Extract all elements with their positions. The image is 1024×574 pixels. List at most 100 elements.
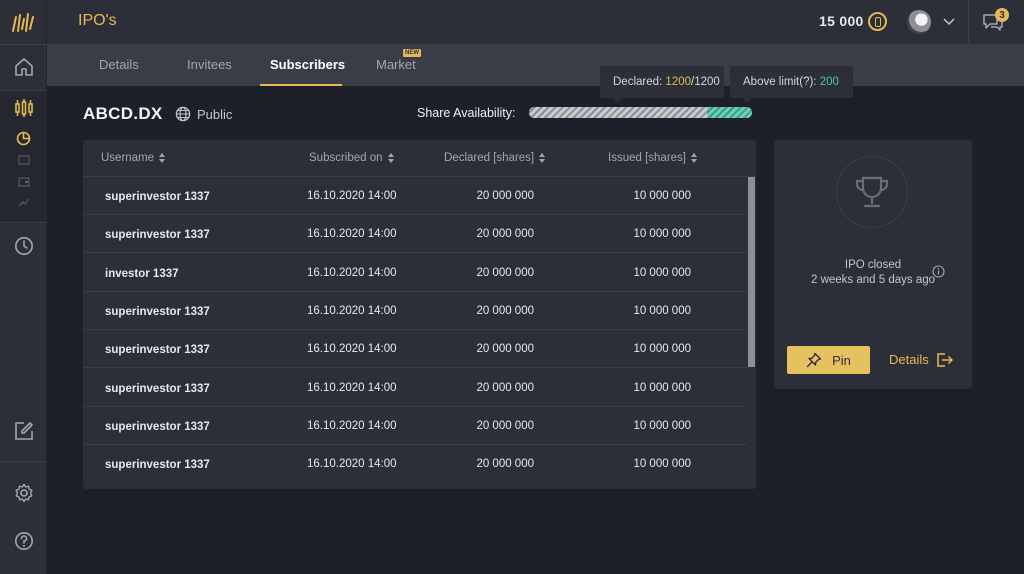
cell-declared: 20 000 000 bbox=[476, 304, 534, 317]
cell-user: superinvestor 1337 bbox=[105, 191, 210, 203]
tab-details[interactable]: Details bbox=[99, 57, 139, 72]
column-header-issued[interactable]: Issued [shares] bbox=[608, 152, 698, 164]
column-label: Declared [shares] bbox=[444, 152, 535, 164]
globe-icon bbox=[175, 106, 191, 122]
column-header-username[interactable]: Username bbox=[101, 152, 166, 164]
trophy-icon bbox=[855, 176, 889, 208]
edit-icon bbox=[14, 422, 33, 440]
card-icon bbox=[18, 155, 29, 165]
share-availability-bar bbox=[529, 107, 752, 118]
table-row[interactable]: investor 1337 16.10.2020 14:00 20 000 000 1… bbox=[83, 254, 748, 292]
table-row[interactable]: superinvestor 1337 16.10.2020 14:00 20 000… bbox=[83, 407, 748, 445]
scrollbar-thumb[interactable] bbox=[748, 177, 755, 367]
cell-declared: 20 000 000 bbox=[476, 266, 534, 279]
declared-total: /1200 bbox=[691, 76, 720, 88]
cell-declared: 20 000 000 bbox=[476, 381, 534, 394]
trend-icon bbox=[18, 198, 29, 207]
tab-bar: Details Invitees Subscribers Market NEW bbox=[47, 44, 1024, 86]
table-scrollbar[interactable] bbox=[747, 177, 756, 489]
cell-issued: 10 000 000 bbox=[633, 458, 691, 471]
page-title: IPO's bbox=[78, 12, 117, 29]
column-label: Issued [shares] bbox=[608, 152, 686, 164]
ipo-status-card: IPO closed 2 weeks and 5 days ago Pin De… bbox=[774, 140, 972, 389]
clock-icon bbox=[14, 237, 33, 255]
pin-label: Pin bbox=[832, 352, 851, 368]
cell-issued: 10 000 000 bbox=[633, 304, 691, 317]
pie-chart-icon bbox=[16, 131, 31, 145]
active-tab-indicator bbox=[260, 84, 342, 86]
cell-issued: 10 000 000 bbox=[633, 381, 691, 394]
sidebar-item-sub-3[interactable] bbox=[0, 196, 47, 208]
declared-value: 1200 bbox=[665, 76, 692, 88]
cell-declared: 20 000 000 bbox=[476, 190, 534, 202]
cell-issued: 10 000 000 bbox=[633, 266, 691, 279]
home-icon bbox=[14, 58, 33, 76]
info-icon[interactable] bbox=[932, 265, 945, 278]
sidebar-item-sub-2[interactable] bbox=[0, 176, 47, 188]
cell-date: 16.10.2020 14:00 bbox=[307, 228, 397, 241]
above-limit-label: Above limit(?): bbox=[743, 76, 817, 88]
sort-icon bbox=[387, 153, 395, 163]
cell-date: 16.10.2020 14:00 bbox=[307, 190, 397, 202]
new-badge: NEW bbox=[403, 49, 421, 57]
details-link[interactable]: Details bbox=[889, 352, 953, 367]
column-header-subscribed-on[interactable]: Subscribed on bbox=[309, 152, 395, 164]
sidebar bbox=[0, 0, 47, 574]
chevron-down-icon[interactable] bbox=[943, 15, 955, 27]
sort-icon bbox=[159, 153, 166, 163]
table-row[interactable]: superinvestor 1337 16.10.2020 14:00 20 000… bbox=[83, 445, 748, 483]
sidebar-item-ipo[interactable] bbox=[0, 130, 47, 146]
table-row[interactable]: superinvestor 1337 16.10.2020 14:00 20 000… bbox=[83, 177, 748, 215]
tab-invitees[interactable]: Invitees bbox=[187, 57, 232, 72]
cell-user: superinvestor 1337 bbox=[105, 305, 210, 318]
pin-icon bbox=[806, 352, 822, 368]
coin-icon bbox=[868, 12, 887, 31]
sidebar-item-history[interactable] bbox=[0, 235, 47, 257]
cell-declared: 20 000 000 bbox=[476, 419, 534, 432]
cell-date: 16.10.2020 14:00 bbox=[307, 343, 397, 356]
cell-declared: 20 000 000 bbox=[476, 343, 534, 356]
notification-badge: 3 bbox=[995, 8, 1009, 22]
sidebar-item-settings[interactable] bbox=[0, 482, 47, 504]
column-label: Subscribed on bbox=[309, 152, 383, 164]
declared-label: Declared: bbox=[613, 76, 663, 88]
table-row[interactable]: superinvestor 1337 16.10.2020 14:00 20 000… bbox=[83, 330, 748, 369]
cell-declared: 20 000 000 bbox=[476, 458, 534, 471]
tab-subscribers[interactable]: Subscribers bbox=[270, 57, 345, 72]
declared-tooltip: Declared: 1200/1200 bbox=[600, 66, 724, 103]
external-link-icon bbox=[937, 352, 953, 367]
table-row[interactable]: superinvestor 1337 16.10.2020 14:00 20 000… bbox=[83, 369, 748, 407]
sidebar-item-help[interactable] bbox=[0, 530, 47, 552]
sidebar-item-trading[interactable] bbox=[0, 98, 47, 118]
help-icon bbox=[14, 532, 33, 550]
brand-logo-icon[interactable] bbox=[11, 11, 35, 33]
cell-user: superinvestor 1337 bbox=[105, 382, 210, 395]
asset-name: ABCD.DX bbox=[83, 104, 163, 123]
sidebar-item-edit[interactable] bbox=[0, 420, 47, 442]
sort-icon bbox=[690, 153, 698, 163]
table-header: Username Subscribed on Declared [shares]… bbox=[83, 140, 756, 177]
cell-date: 16.10.2020 14:00 bbox=[307, 381, 397, 394]
cell-issued: 10 000 000 bbox=[633, 190, 691, 202]
column-header-declared[interactable]: Declared [shares] bbox=[444, 152, 546, 164]
avatar[interactable] bbox=[907, 10, 931, 34]
above-limit-tooltip: Above limit(?): 200 bbox=[730, 66, 853, 103]
top-bar: IPO's 15 000 3 bbox=[47, 0, 1024, 44]
details-label: Details bbox=[889, 352, 929, 367]
table-row[interactable]: superinvestor 1337 16.10.2020 14:00 20 000… bbox=[83, 215, 748, 254]
pin-button[interactable]: Pin bbox=[787, 346, 870, 374]
cell-user: superinvestor 1337 bbox=[105, 229, 210, 242]
cell-date: 16.10.2020 14:00 bbox=[307, 419, 397, 432]
sidebar-item-sub-1[interactable] bbox=[0, 154, 47, 166]
table-row[interactable]: superinvestor 1337 16.10.2020 14:00 20 000… bbox=[83, 292, 748, 330]
balance-amount: 15 000 bbox=[819, 13, 864, 29]
gear-icon bbox=[15, 483, 32, 503]
cell-user: superinvestor 1337 bbox=[105, 459, 210, 472]
tab-market[interactable]: Market bbox=[376, 57, 416, 72]
cell-user: superinvestor 1337 bbox=[105, 420, 210, 433]
trophy-badge bbox=[836, 156, 908, 228]
sidebar-item-home[interactable] bbox=[0, 55, 47, 79]
cell-issued: 10 000 000 bbox=[633, 343, 691, 356]
visibility-label: Public bbox=[197, 107, 233, 122]
cell-user: investor 1337 bbox=[105, 267, 179, 280]
